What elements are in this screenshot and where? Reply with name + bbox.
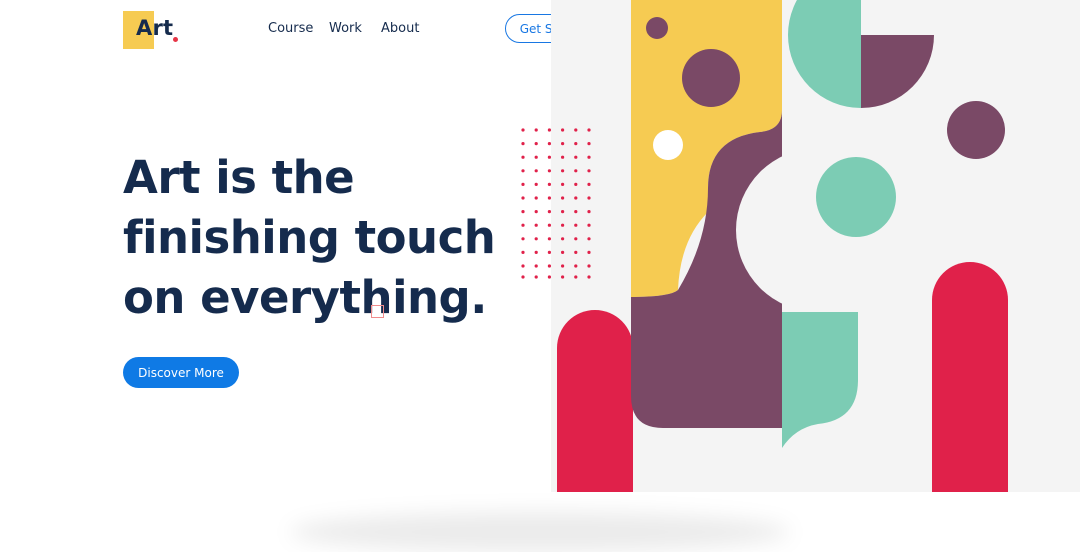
logo-text: Art [136,16,174,40]
logo-dot [173,37,178,42]
white-circle [653,130,683,160]
hero-title-line-2: finishing touch [123,211,496,264]
red-pill-left [557,310,633,492]
mint-circle [816,157,896,237]
plum-circle-right [947,101,1005,159]
nav-item-work[interactable]: Work [329,21,362,36]
discover-more-button[interactable]: Discover More [123,357,239,388]
nav-item-about[interactable]: About [381,21,419,36]
bottom-shadow [290,512,790,552]
plum-circle-medium [682,49,740,107]
hero-title-line-3: on everything. [123,271,487,324]
cursor-marker [371,305,384,318]
hero-title-line-1: Art is the [123,151,355,204]
hero-artwork [521,0,1080,492]
brand-logo[interactable]: Art [123,11,193,49]
landing-page: Art Course Work About Get Started Art is… [0,0,1080,552]
plum-circle-small [646,17,668,39]
nav-item-course[interactable]: Course [268,21,313,36]
hero-title: Art is the finishing touch on everything… [123,148,503,328]
red-pill-right [932,262,1008,492]
